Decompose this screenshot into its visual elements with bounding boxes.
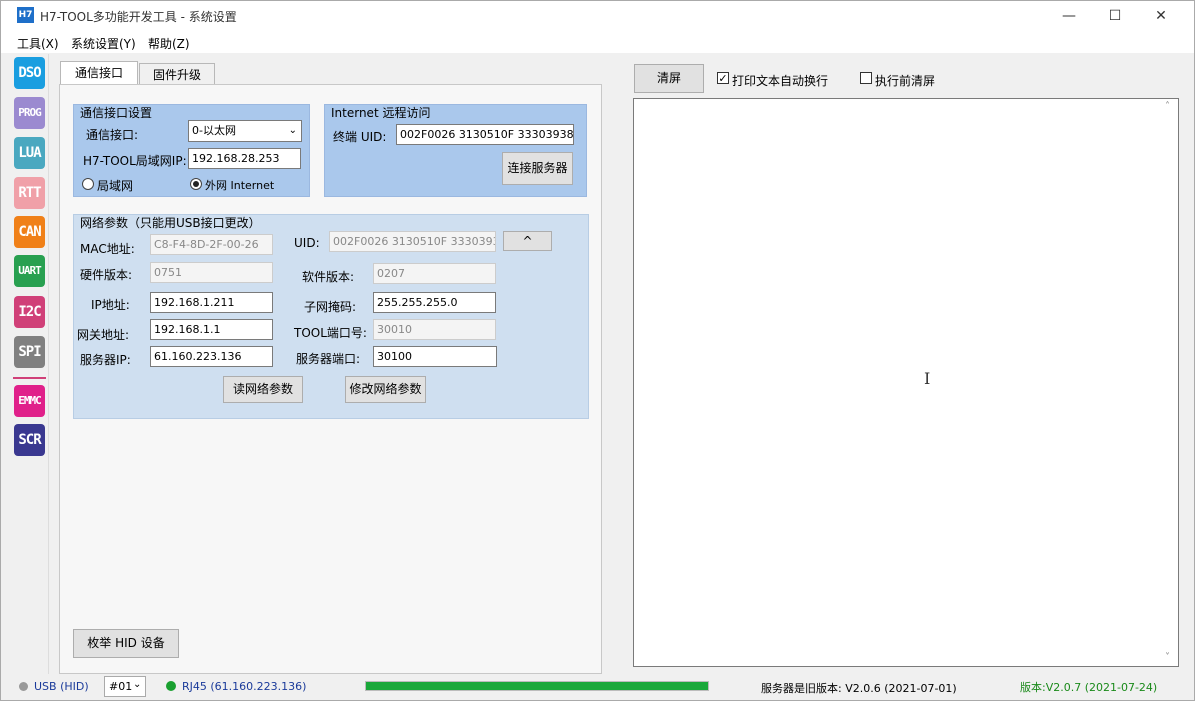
hw-version-label: 硬件版本: [80,268,133,282]
module-button-can[interactable]: CAN [14,216,45,248]
log-scrollbar[interactable]: ˄ ˅ [1163,99,1177,665]
lan-ip-label: H7-TOOL局域网IP: [83,154,187,168]
hw-version-input[interactable]: 0751 [150,262,273,283]
tab-firmware[interactable]: 固件升级 [139,63,215,85]
gateway-label: 网关地址: [77,328,130,342]
tab-comm[interactable]: 通信接口 [60,61,138,85]
uid-label: UID: [294,236,320,250]
mask-label: 子网掩码: [304,300,357,314]
app-version-text: 版本:V2.0.7 (2021-07-24) [1020,681,1158,694]
clear-before-checkbox[interactable] [860,72,872,84]
interface-label: 通信接口: [86,128,139,142]
interface-select[interactable]: 0-以太网 ⌄ [188,120,302,142]
minimize-button[interactable]: — [1046,1,1092,31]
chevron-down-icon: ⌄ [288,125,297,136]
chevron-down-icon: ⌄ [133,679,142,690]
server-port-input[interactable]: 30100 [373,346,497,367]
sidebar-divider [13,377,46,379]
device-select-value: #01 [109,680,133,693]
gateway-input[interactable]: 192.168.1.1 [150,319,273,340]
wrap-checkbox-label: 打印文本自动换行 [732,74,829,88]
server-version-text: 服务器是旧版本: V2.0.6 (2021-07-01) [761,682,957,695]
server-ip-label: 服务器IP: [80,353,131,367]
module-button-prog[interactable]: PROG [14,97,45,129]
module-button-emmc[interactable]: EMMC [14,385,45,417]
module-button-spi[interactable]: SPI [14,336,45,368]
sw-version-label: 软件版本: [302,270,355,284]
sw-version-input[interactable]: 0207 [373,263,496,284]
clear-before-checkbox-label: 执行前清屏 [875,74,936,88]
mac-label: MAC地址: [80,242,135,256]
clear-screen-button[interactable]: 清屏 [634,64,704,93]
expand-button[interactable]: ^ [503,231,552,251]
connect-server-button[interactable]: 连接服务器 [502,152,573,185]
enum-hid-button[interactable]: 枚举 HID 设备 [73,629,179,658]
tool-port-input[interactable]: 30010 [373,319,496,340]
uid-input[interactable]: 002F0026 3130510F 33303938 [329,231,496,252]
remote-group-title: Internet 远程访问 [331,106,431,120]
tool-port-label: TOOL端口号: [294,326,367,340]
module-button-scr[interactable]: SCR [14,424,45,456]
log-output-area[interactable] [633,98,1179,667]
write-network-button[interactable]: 修改网络参数 [345,376,426,403]
text-cursor-icon: I [924,369,931,388]
read-network-button[interactable]: 读网络参数 [223,376,303,403]
radio-internet-label: 外网 Internet [205,179,275,192]
radio-lan-label: 局域网 [97,179,134,193]
maximize-button[interactable]: ☐ [1092,1,1138,31]
menu-settings[interactable]: 系统设置(Y) [71,35,136,52]
scroll-down-icon[interactable]: ˅ [1165,652,1170,663]
usb-status-text: USB (HID) [34,680,89,693]
interface-select-value: 0-以太网 [192,124,236,137]
comm-group-title: 通信接口设置 [80,106,153,120]
module-button-rtt[interactable]: RTT [14,177,45,209]
progress-fill [366,682,708,690]
server-ip-input[interactable]: 61.160.223.136 [150,346,273,367]
window-title: H7-TOOL多功能开发工具 - 系统设置 [40,10,237,24]
module-button-dso[interactable]: DSO [14,57,45,89]
menu-help[interactable]: 帮助(Z) [148,35,190,52]
lan-ip-input[interactable]: 192.168.28.253 [188,148,301,169]
rj45-status-icon [166,681,176,691]
ip-label: IP地址: [91,298,130,312]
module-button-i2c[interactable]: I2C [14,296,45,328]
wrap-checkbox[interactable]: ✓ [717,72,729,84]
module-button-lua[interactable]: LUA [14,137,45,169]
app-icon: H7 [17,7,34,23]
mac-input[interactable]: C8-F4-8D-2F-00-26 [150,234,273,255]
progress-bar [365,681,709,691]
terminal-uid-label: 终端 UID: [333,130,387,144]
ip-input[interactable]: 192.168.1.211 [150,292,273,313]
device-select[interactable]: #01 ⌄ [104,676,146,697]
rj45-status-text: RJ45 (61.160.223.136) [182,680,307,693]
terminal-uid-input[interactable]: 002F0026 3130510F 33303938 [396,124,574,145]
network-group-title: 网络参数（只能用USB接口更改） [80,216,261,230]
module-button-uart[interactable]: UART [14,255,45,287]
scroll-up-icon[interactable]: ˄ [1165,101,1170,112]
menu-tools[interactable]: 工具(X) [17,35,59,52]
close-button[interactable]: ✕ [1138,1,1184,31]
usb-status-icon [19,682,28,691]
radio-internet[interactable] [190,178,202,190]
mask-input[interactable]: 255.255.255.0 [373,292,496,313]
radio-lan[interactable] [82,178,94,190]
server-port-label: 服务器端口: [296,352,361,366]
